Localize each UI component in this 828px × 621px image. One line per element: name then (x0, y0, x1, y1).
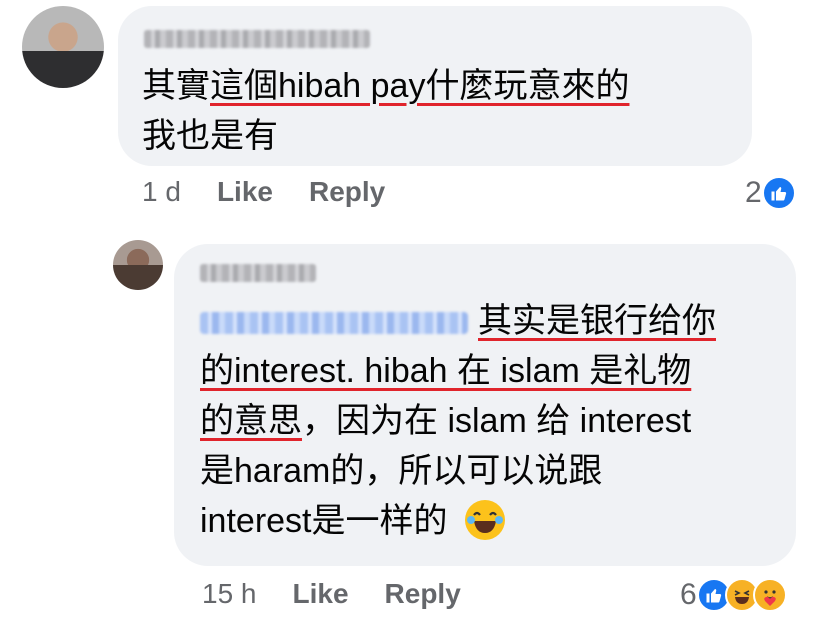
reply-text: 其实是银行给你 的interest. hibah 在 islam 是礼物 的意思… (200, 302, 716, 541)
care-icon (752, 578, 787, 612)
reaction-summary[interactable]: 6 (680, 578, 787, 612)
reply-bubble: 其实是银行给你 的interest. hibah 在 islam 是礼物 的意思… (174, 244, 796, 566)
replier-avatar[interactable] (113, 240, 163, 290)
reply-timestamp[interactable]: 15 h (202, 578, 257, 610)
reaction-count: 2 (745, 176, 762, 209)
laughing-emoji-icon (464, 500, 505, 541)
comment-timestamp[interactable]: 1 d (142, 176, 181, 208)
reply-button[interactable]: Reply (385, 578, 461, 610)
blurred-commenter-name[interactable] (144, 30, 370, 48)
like-button[interactable]: Like (217, 176, 273, 208)
reply-actions: 15 h Like Reply (202, 578, 461, 610)
reaction-summary[interactable]: 2 (745, 176, 796, 210)
like-button[interactable]: Like (293, 578, 349, 610)
comment-text: 其實這個hibah pay什麼玩意來的 我也是有 (142, 67, 630, 155)
comment-actions: 1 d Like Reply (142, 176, 385, 208)
blurred-mention-tag[interactable] (200, 312, 468, 335)
blurred-replier-name[interactable] (200, 264, 316, 282)
like-icon (761, 176, 796, 210)
reply-button[interactable]: Reply (309, 176, 385, 208)
commenter-avatar[interactable] (22, 6, 104, 88)
reaction-count: 6 (680, 578, 697, 611)
comment-bubble: 其實這個hibah pay什麼玩意來的 我也是有 (118, 6, 752, 166)
